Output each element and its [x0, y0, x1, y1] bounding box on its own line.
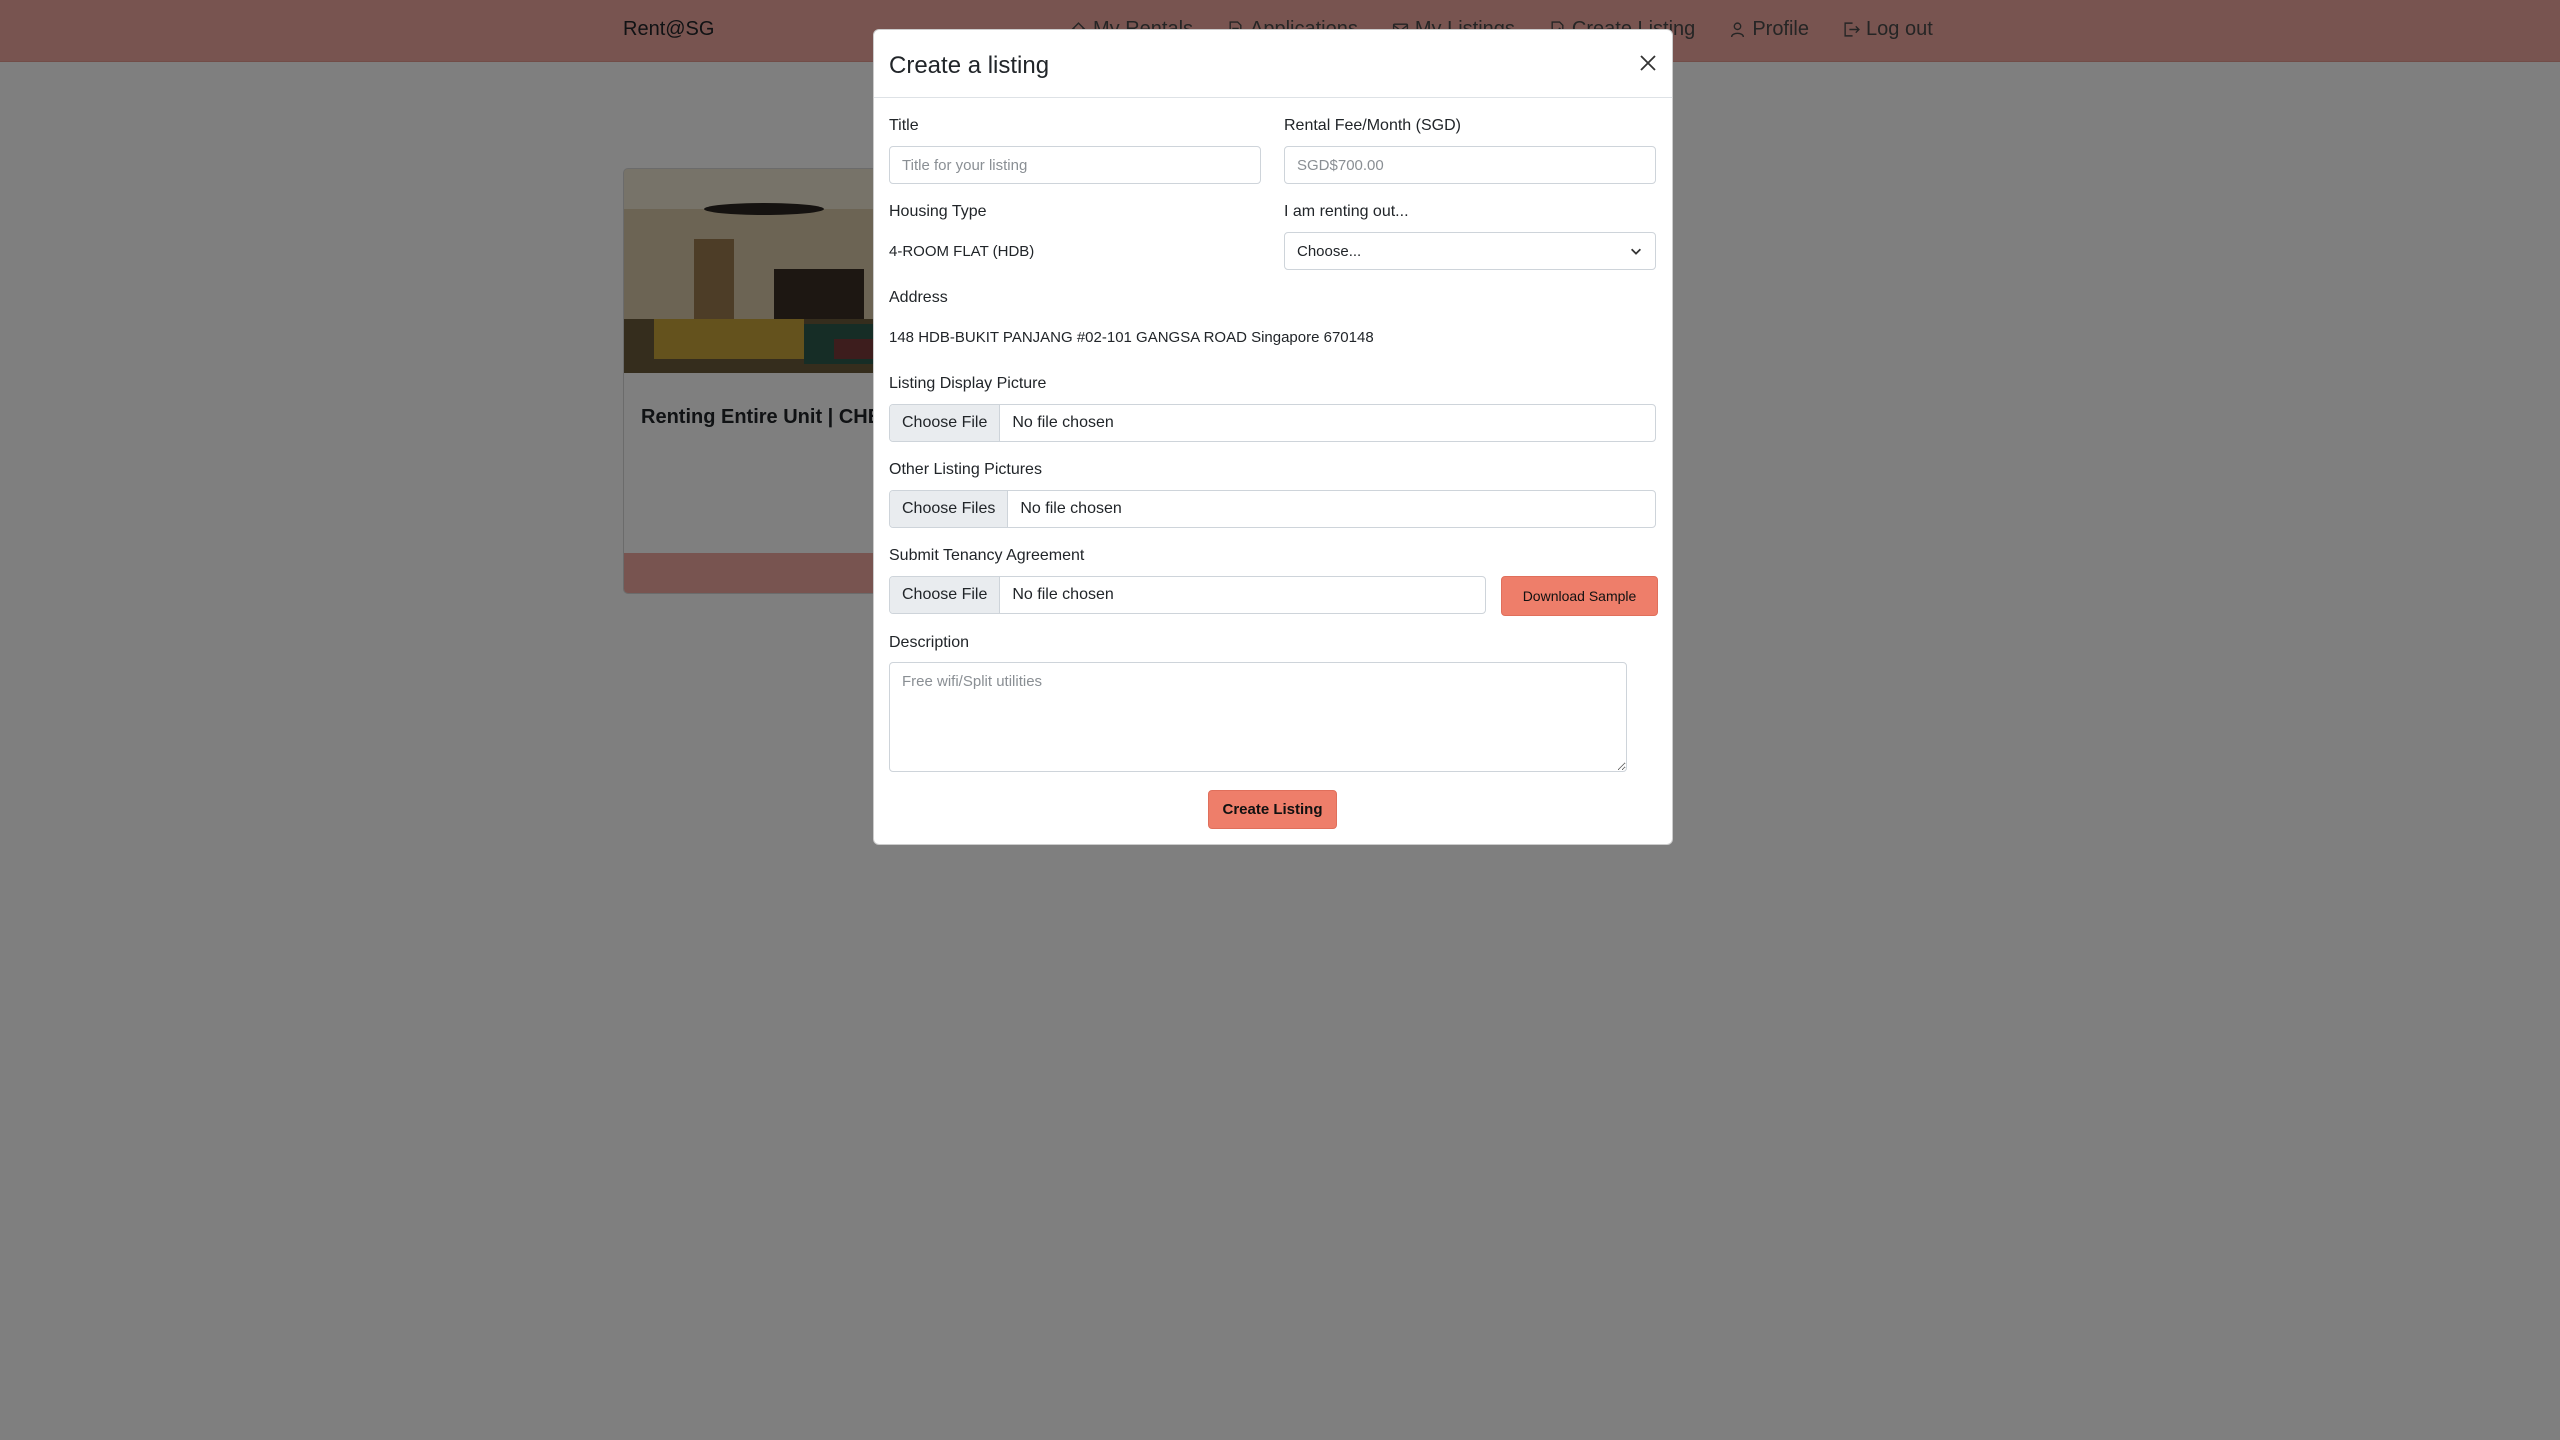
title-label: Title	[889, 117, 919, 134]
other-pictures-input[interactable]: Choose Files No file chosen	[889, 490, 1656, 528]
housing-type-value: 4-ROOM FLAT (HDB)	[889, 243, 1035, 260]
create-listing-button[interactable]: Create Listing	[1208, 790, 1337, 829]
renting-out-select[interactable]: Choose...	[1284, 232, 1656, 270]
create-listing-modal: Create a listing Title Rental Fee/Month …	[873, 29, 1673, 845]
file-status: No file chosen	[1012, 586, 1114, 603]
modal-title: Create a listing	[889, 52, 1050, 79]
description-textarea[interactable]	[889, 662, 1627, 772]
other-pictures-label: Other Listing Pictures	[889, 461, 1042, 478]
tenancy-agreement-label: Submit Tenancy Agreement	[889, 547, 1085, 564]
title-input[interactable]	[889, 146, 1261, 184]
tenancy-agreement-input[interactable]: Choose File No file chosen	[889, 576, 1486, 614]
close-icon	[1640, 55, 1656, 71]
rental-fee-input[interactable]	[1284, 146, 1656, 184]
display-picture-label: Listing Display Picture	[889, 375, 1047, 392]
display-picture-input[interactable]: Choose File No file chosen	[889, 404, 1656, 442]
file-status: No file chosen	[1020, 500, 1122, 517]
file-status: No file chosen	[1012, 414, 1114, 431]
housing-type-label: Housing Type	[889, 203, 987, 220]
rental-fee-label: Rental Fee/Month (SGD)	[1284, 117, 1461, 134]
choose-file-button[interactable]: Choose File	[890, 405, 1001, 441]
description-label: Description	[889, 634, 970, 651]
modal-header: Create a listing	[874, 30, 1672, 98]
choose-file-button[interactable]: Choose File	[890, 577, 1001, 613]
chevron-down-icon	[1631, 248, 1641, 255]
close-button[interactable]	[1636, 51, 1660, 75]
download-sample-button[interactable]: Download Sample	[1501, 576, 1658, 616]
renting-out-label: I am renting out...	[1284, 203, 1409, 220]
address-label: Address	[889, 289, 948, 306]
renting-out-selected: Choose...	[1297, 242, 1362, 260]
choose-files-button[interactable]: Choose Files	[890, 491, 1009, 527]
address-value: 148 HDB-BUKIT PANJANG #02-101 GANGSA ROA…	[889, 329, 1374, 346]
